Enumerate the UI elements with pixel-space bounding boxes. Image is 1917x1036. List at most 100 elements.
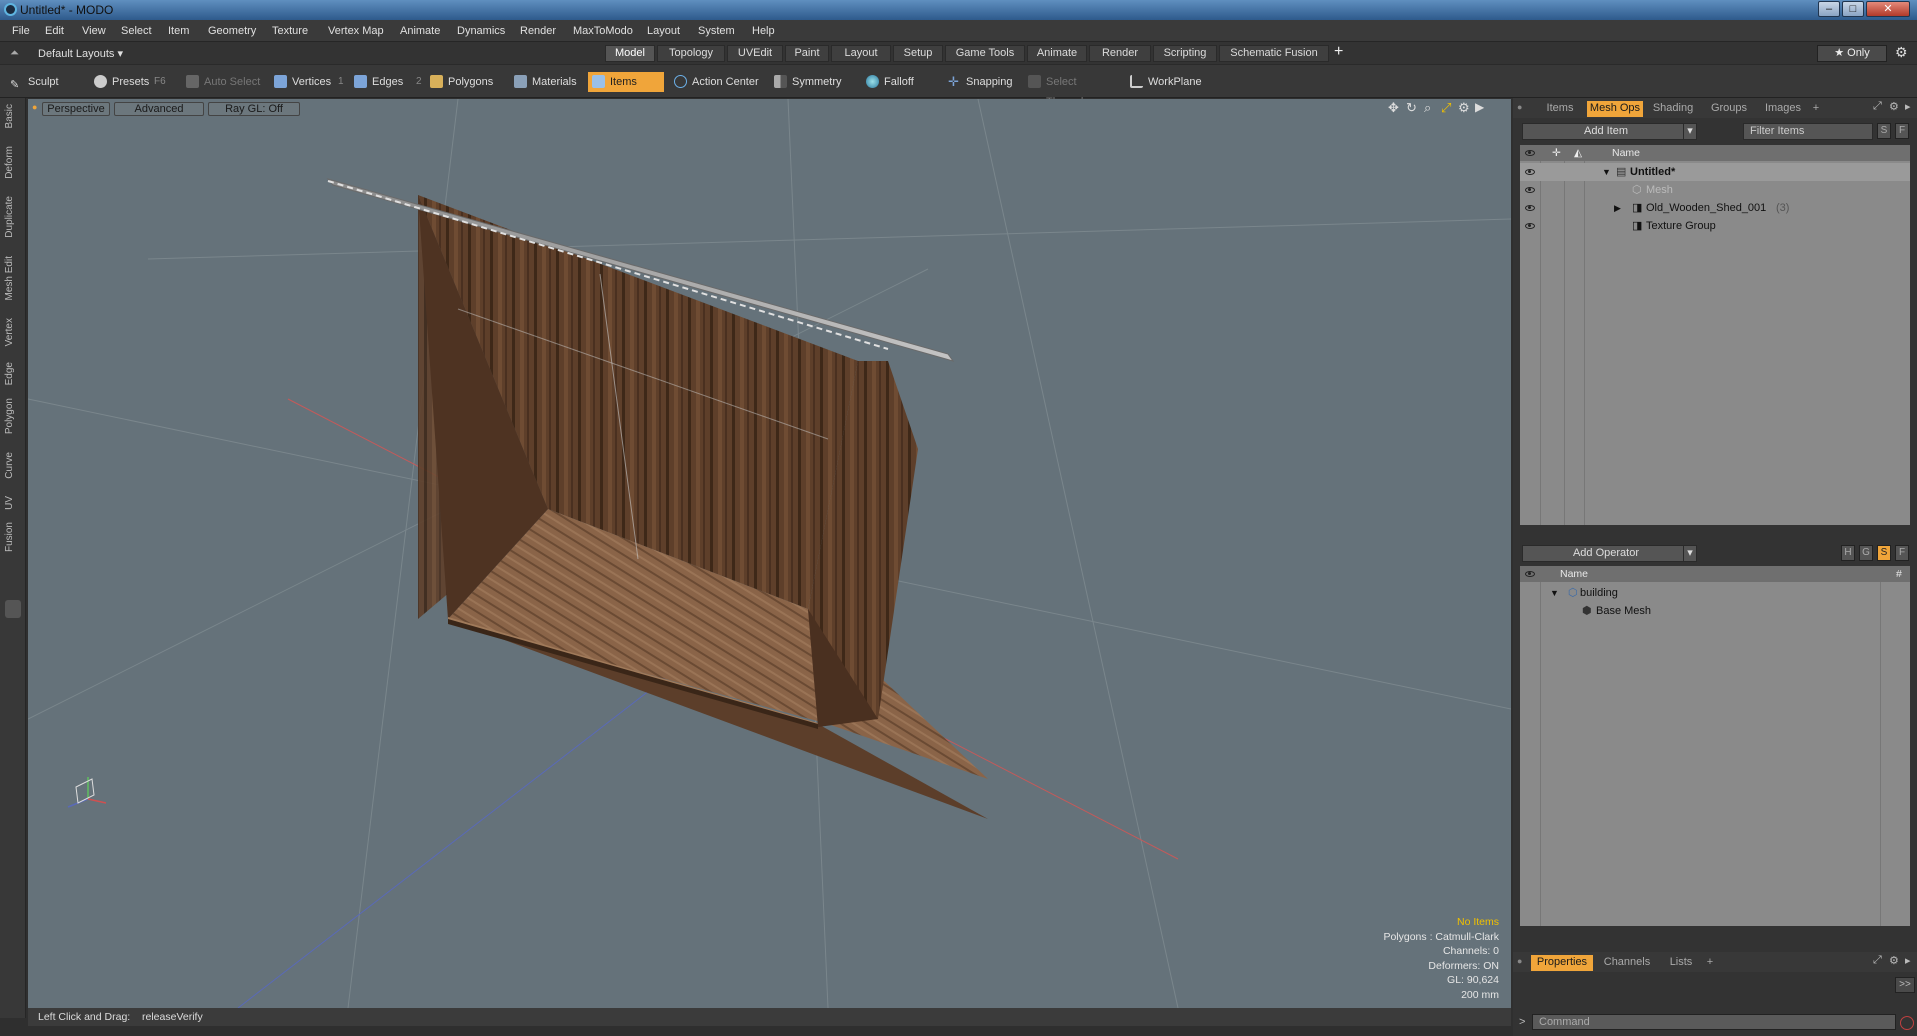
- menu-render[interactable]: Render: [520, 25, 556, 37]
- menu-view[interactable]: View: [82, 25, 106, 37]
- falloff-button[interactable]: Falloff: [862, 72, 940, 92]
- tab-uv[interactable]: UV: [4, 496, 20, 510]
- panel-gear-icon[interactable]: ⚙: [1889, 954, 1899, 967]
- meshops-h-button[interactable]: H: [1841, 545, 1855, 561]
- only-toggle[interactable]: ★ Only: [1817, 45, 1887, 62]
- item-row-texture-group[interactable]: ◨ Texture Group: [1520, 217, 1910, 235]
- menu-texture[interactable]: Texture: [272, 25, 308, 37]
- tab-schematic-fusion[interactable]: Schematic Fusion: [1219, 45, 1329, 62]
- meshop-row-base-mesh[interactable]: ⬢ Base Mesh: [1520, 602, 1910, 620]
- tab-scripting[interactable]: Scripting: [1153, 45, 1217, 62]
- menu-help[interactable]: Help: [752, 25, 775, 37]
- raygl-button[interactable]: Ray GL: Off: [208, 102, 300, 116]
- materials-button[interactable]: Materials: [510, 72, 586, 92]
- tab-uvedit[interactable]: UVEdit: [727, 45, 783, 62]
- pan-icon[interactable]: ✥: [1388, 100, 1399, 116]
- panel-menu-icon[interactable]: ▸: [1905, 954, 1911, 967]
- minimize-button[interactable]: –: [1818, 1, 1840, 17]
- vertices-button[interactable]: Vertices 1: [270, 72, 344, 92]
- view-perspective-button[interactable]: Perspective: [42, 102, 110, 116]
- add-item-button[interactable]: Add Item: [1522, 123, 1690, 140]
- visibility-icon[interactable]: [1525, 169, 1535, 175]
- auto-select-button[interactable]: Auto Select: [182, 72, 268, 92]
- visibility-icon[interactable]: [1525, 205, 1535, 211]
- tab-items[interactable]: Items: [1535, 101, 1585, 117]
- expand-properties-button[interactable]: >>: [1895, 977, 1915, 993]
- symmetry-button[interactable]: Symmetry: [770, 72, 852, 92]
- menu-maxtomodo[interactable]: MaxToModo: [573, 25, 633, 37]
- menu-geometry[interactable]: Geometry: [208, 25, 256, 37]
- tab-render[interactable]: Render: [1089, 45, 1151, 62]
- tab-duplicate[interactable]: Duplicate: [4, 196, 20, 238]
- select-through-button[interactable]: Select Through: [1024, 72, 1118, 108]
- tab-layout[interactable]: Layout: [831, 45, 891, 62]
- zoom-icon[interactable]: ⌕: [1424, 100, 1431, 116]
- add-panel-tab[interactable]: +: [1809, 101, 1823, 117]
- layout-select[interactable]: Default Layouts ▾: [38, 47, 123, 60]
- tab-shading[interactable]: Shading: [1645, 101, 1701, 117]
- maximize-button[interactable]: □: [1842, 1, 1864, 17]
- tab-setup[interactable]: Setup: [893, 45, 943, 62]
- viewport-options-icon[interactable]: ⚙: [1458, 100, 1470, 116]
- command-input[interactable]: Command: [1532, 1014, 1896, 1030]
- tab-model[interactable]: Model: [605, 45, 655, 62]
- add-tab-button[interactable]: +: [1334, 43, 1343, 61]
- menu-item[interactable]: Item: [168, 25, 189, 37]
- rotate-icon[interactable]: ↻: [1406, 100, 1417, 116]
- tab-basic[interactable]: Basic: [4, 104, 20, 128]
- meshops-s-button[interactable]: S: [1877, 545, 1891, 561]
- menu-animate[interactable]: Animate: [400, 25, 440, 37]
- filter-f-button[interactable]: F: [1895, 123, 1909, 139]
- tab-game-tools[interactable]: Game Tools: [945, 45, 1025, 62]
- menu-edit[interactable]: Edit: [45, 25, 64, 37]
- items-button[interactable]: Items: [588, 72, 664, 92]
- tab-edge[interactable]: Edge: [4, 362, 20, 385]
- close-button[interactable]: ✕: [1866, 1, 1910, 17]
- tab-lists[interactable]: Lists: [1659, 955, 1703, 971]
- panel-gear-icon[interactable]: ⚙: [1889, 100, 1899, 113]
- meshops-g-button[interactable]: G: [1859, 545, 1873, 561]
- tab-paint[interactable]: Paint: [785, 45, 829, 62]
- wooden-shed-mesh[interactable]: [326, 178, 988, 819]
- menu-system[interactable]: System: [698, 25, 735, 37]
- polygons-button[interactable]: Polygons: [426, 72, 502, 92]
- tab-properties[interactable]: Properties: [1531, 955, 1593, 971]
- collapse-icon[interactable]: ▼: [1550, 584, 1559, 602]
- tab-vertex[interactable]: Vertex: [4, 318, 20, 346]
- tab-mesh-ops[interactable]: Mesh Ops: [1587, 101, 1643, 117]
- action-center-button[interactable]: Action Center: [670, 72, 766, 92]
- add-operator-button[interactable]: Add Operator: [1522, 545, 1690, 562]
- menu-file[interactable]: File: [12, 25, 30, 37]
- collapse-icon[interactable]: ▼: [1602, 163, 1611, 181]
- panel-menu-icon[interactable]: ▸: [1905, 100, 1911, 113]
- snapping-button[interactable]: ✛ Snapping: [944, 72, 1024, 92]
- filter-items-input[interactable]: Filter Items: [1743, 123, 1873, 140]
- item-row-old-wooden-shed[interactable]: ▶ ◨ Old_Wooden_Shed_001 (3): [1520, 199, 1910, 217]
- meshop-row-building[interactable]: ▼ ⬡ building: [1520, 584, 1910, 602]
- gear-icon[interactable]: ⚙: [1895, 44, 1908, 61]
- item-row-untitled[interactable]: ▼ ▤ Untitled*: [1520, 163, 1910, 181]
- tab-deform[interactable]: Deform: [4, 146, 20, 179]
- tab-images[interactable]: Images: [1757, 101, 1809, 117]
- tab-curve[interactable]: Curve: [4, 452, 20, 479]
- menu-layout[interactable]: Layout: [647, 25, 680, 37]
- tab-animate[interactable]: Animate: [1027, 45, 1087, 62]
- tab-channels[interactable]: Channels: [1597, 955, 1657, 971]
- menu-select[interactable]: Select: [121, 25, 152, 37]
- expand-icon[interactable]: ▶: [1614, 199, 1621, 217]
- edges-button[interactable]: Edges 2: [350, 72, 424, 92]
- visibility-icon[interactable]: [1525, 187, 1535, 193]
- expand-panel-icon[interactable]: ⤢: [1873, 954, 1882, 967]
- visibility-icon[interactable]: [1525, 223, 1535, 229]
- tab-mesh-edit[interactable]: Mesh Edit: [4, 256, 20, 300]
- fit-icon[interactable]: ⤢: [1441, 100, 1451, 116]
- tab-topology[interactable]: Topology: [657, 45, 725, 62]
- 3d-viewport[interactable]: ● Perspective Advanced Ray GL: Off ✥ ↻ ⌕…: [28, 99, 1511, 1008]
- add-operator-dropdown-icon[interactable]: ▾: [1683, 545, 1697, 562]
- viewport-menu-icon[interactable]: ▶: [1475, 100, 1484, 114]
- filter-s-button[interactable]: S: [1877, 123, 1891, 139]
- menu-dynamics[interactable]: Dynamics: [457, 25, 505, 37]
- item-row-mesh[interactable]: ⬡ Mesh: [1520, 181, 1910, 199]
- record-icon[interactable]: [1900, 1016, 1914, 1030]
- tab-groups[interactable]: Groups: [1703, 101, 1755, 117]
